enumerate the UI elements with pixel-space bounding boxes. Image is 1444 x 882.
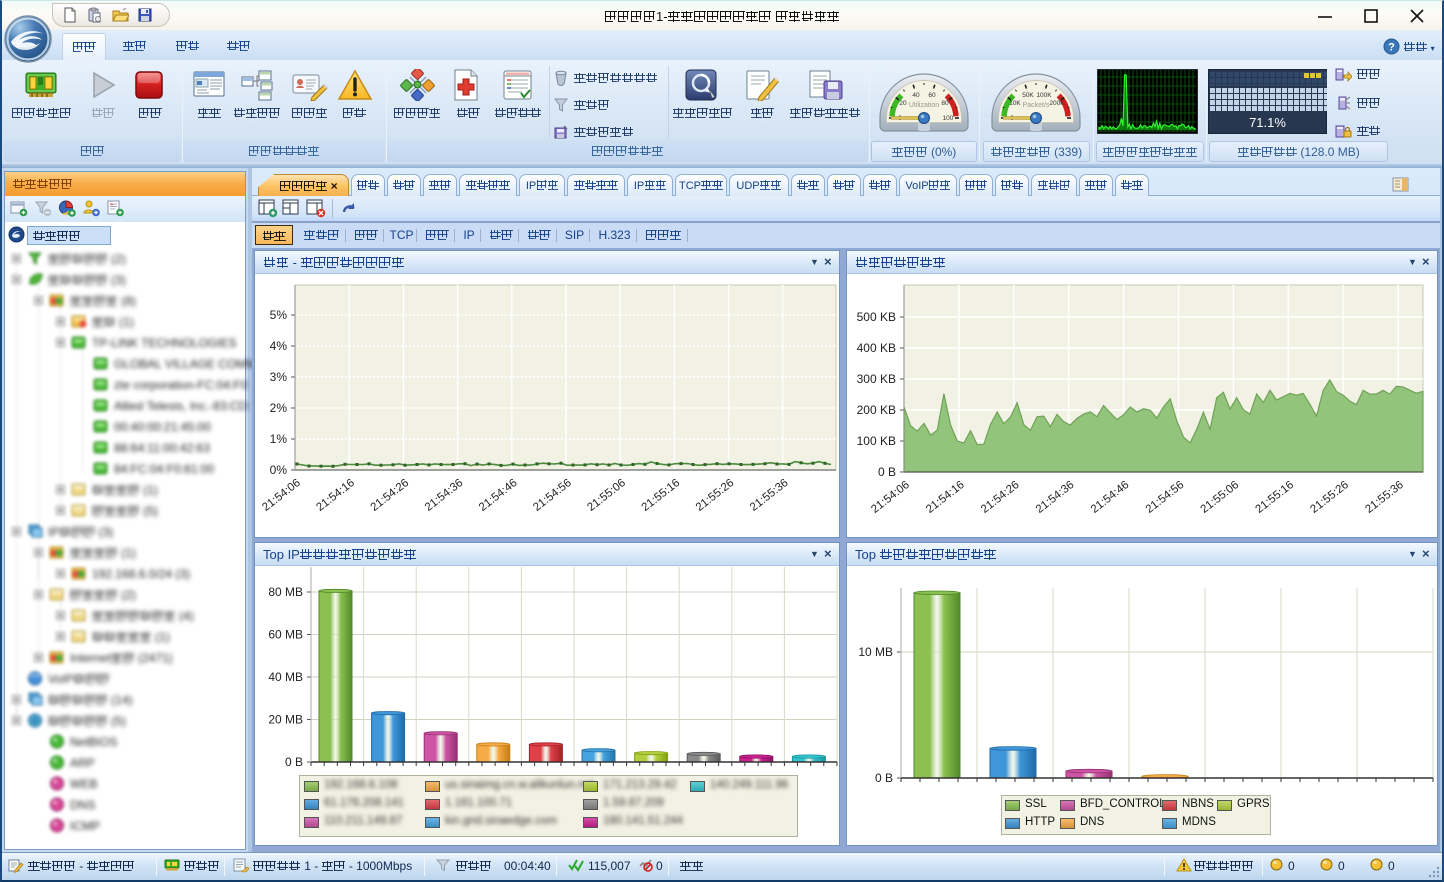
svg-text:200 KB: 200 KB [857,403,896,417]
svg-text:400 KB: 400 KB [857,341,896,355]
svg-text:200K: 200K [1049,100,1065,107]
svg-text:10K: 10K [1009,100,1021,107]
svg-text:500 KB: 500 KB [857,310,896,324]
svg-text:21:54:36: 21:54:36 [423,477,466,514]
svg-text:10 MB: 10 MB [858,645,893,659]
svg-text:3%: 3% [270,370,288,384]
svg-text:100K: 100K [1036,92,1052,99]
svg-text:80: 80 [941,100,949,107]
svg-text:0 B: 0 B [285,755,303,769]
svg-text:21:54:06: 21:54:06 [869,479,912,516]
svg-text:40: 40 [912,92,920,99]
svg-text:100 KB: 100 KB [857,434,896,448]
svg-text:21:54:36: 21:54:36 [1034,479,1077,516]
svg-text:4%: 4% [270,339,288,353]
svg-text:21:54:46: 21:54:46 [477,477,520,514]
svg-text:100: 100 [943,115,954,122]
svg-text:Packet/s: Packet/s [1023,102,1050,109]
svg-text:21:54:16: 21:54:16 [924,479,967,516]
svg-text:21:55:16: 21:55:16 [640,477,683,514]
svg-text:0 B: 0 B [875,771,893,785]
svg-text:21:54:46: 21:54:46 [1089,479,1132,516]
svg-text:21:54:56: 21:54:56 [1144,479,1187,516]
svg-text:?: ? [1388,42,1395,54]
svg-text:21:54:56: 21:54:56 [531,477,574,514]
svg-text:21:54:06: 21:54:06 [260,477,303,514]
svg-text:21:55:36: 21:55:36 [1363,479,1406,516]
svg-text:21:55:26: 21:55:26 [1308,479,1351,516]
svg-text:300 KB: 300 KB [857,372,896,386]
svg-text:2%: 2% [270,401,288,415]
svg-text:50K: 50K [1022,92,1034,99]
svg-text:40 MB: 40 MB [268,670,303,684]
svg-text:20 MB: 20 MB [268,713,303,727]
svg-text:21:55:36: 21:55:36 [748,477,791,514]
svg-text:21:55:06: 21:55:06 [1199,479,1242,516]
svg-text:5%: 5% [270,308,288,322]
svg-text:21:54:26: 21:54:26 [369,477,412,514]
svg-text:21:55:16: 21:55:16 [1253,479,1296,516]
svg-text:0%: 0% [270,463,288,477]
svg-text:80 MB: 80 MB [268,585,303,599]
svg-text:21:54:26: 21:54:26 [979,479,1022,516]
svg-text:21:55:06: 21:55:06 [585,477,628,514]
svg-text:1%: 1% [270,432,288,446]
svg-text:0 B: 0 B [878,465,896,479]
svg-text:21:55:26: 21:55:26 [694,477,737,514]
svg-text:Utilization: Utilization [909,102,939,109]
svg-text:60 MB: 60 MB [268,628,303,642]
svg-text:21:54:16: 21:54:16 [314,477,357,514]
svg-text:60: 60 [928,92,936,99]
svg-text:20: 20 [899,100,907,107]
